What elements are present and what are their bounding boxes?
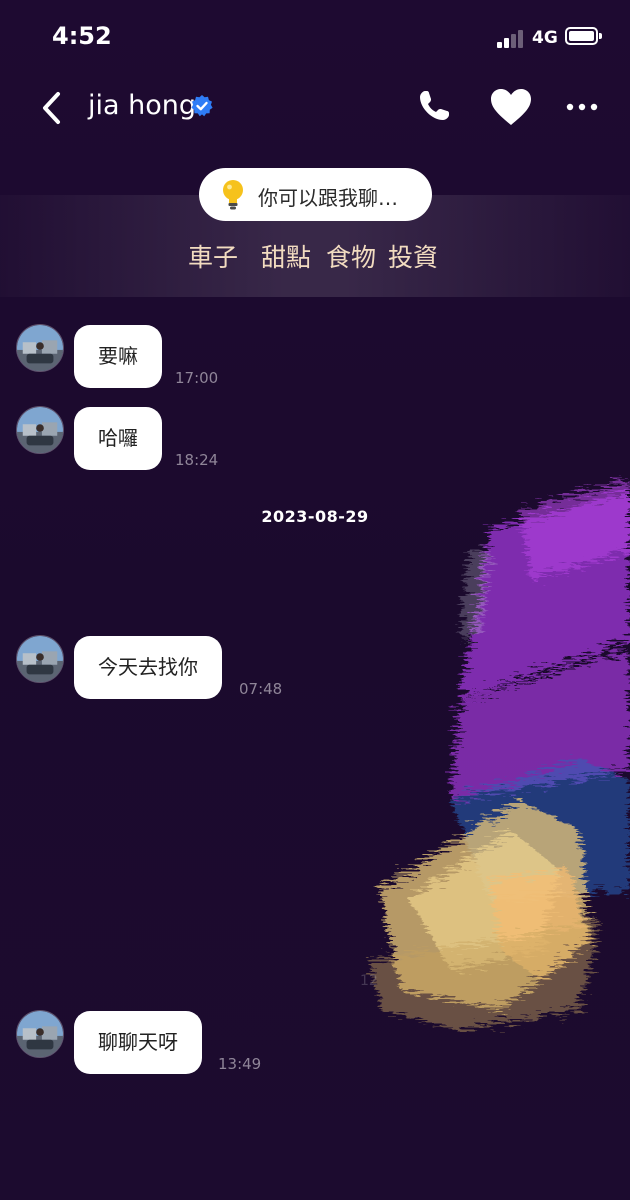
avatar[interactable]	[16, 1010, 64, 1058]
topic-hint-text: 你可以跟我聊…	[258, 186, 398, 210]
chat-header: jia hong	[0, 70, 630, 145]
topic-chip[interactable]: 食物	[326, 238, 376, 274]
lightbulb-icon	[223, 180, 243, 210]
heart-icon[interactable]	[489, 87, 533, 127]
message-bubble[interactable]: 哈囉	[74, 407, 162, 470]
decorative-brush-art	[370, 480, 630, 1030]
background-faint-text: 12	[360, 973, 378, 989]
date-separator: 2023-08-29	[261, 507, 369, 526]
topic-chip[interactable]: 甜點	[261, 238, 311, 274]
topic-chip[interactable]: 投資	[388, 238, 438, 274]
message-bubble[interactable]: 聊聊天呀	[74, 1011, 202, 1074]
avatar[interactable]	[16, 324, 64, 372]
topic-hint-pill: 你可以跟我聊…	[199, 168, 432, 221]
message-time: 07:48	[239, 680, 283, 698]
contact-name[interactable]: jia hong	[88, 90, 196, 121]
message-time: 17:00	[175, 369, 219, 387]
message-bubble[interactable]: 今天去找你	[74, 636, 222, 699]
status-time: 4:52	[52, 22, 112, 50]
status-bar: 4:52 4G	[0, 0, 630, 70]
chat-screen: 12 4:52 4G jia hong 你可以跟我聊… 車子 甜點 食物 投資 …	[0, 0, 630, 1200]
topic-chip[interactable]: 車子	[188, 238, 238, 274]
back-icon[interactable]	[36, 88, 68, 128]
avatar[interactable]	[16, 406, 64, 454]
verified-icon	[191, 95, 213, 117]
avatar[interactable]	[16, 635, 64, 683]
signal-icon	[497, 28, 527, 48]
message-bubble[interactable]: 要嘛	[74, 325, 162, 388]
message-time: 18:24	[175, 451, 219, 469]
more-icon[interactable]	[565, 95, 599, 119]
battery-icon	[565, 27, 602, 45]
network-type: 4G	[532, 28, 558, 48]
message-time: 13:49	[218, 1055, 262, 1073]
phone-icon[interactable]	[416, 88, 452, 124]
